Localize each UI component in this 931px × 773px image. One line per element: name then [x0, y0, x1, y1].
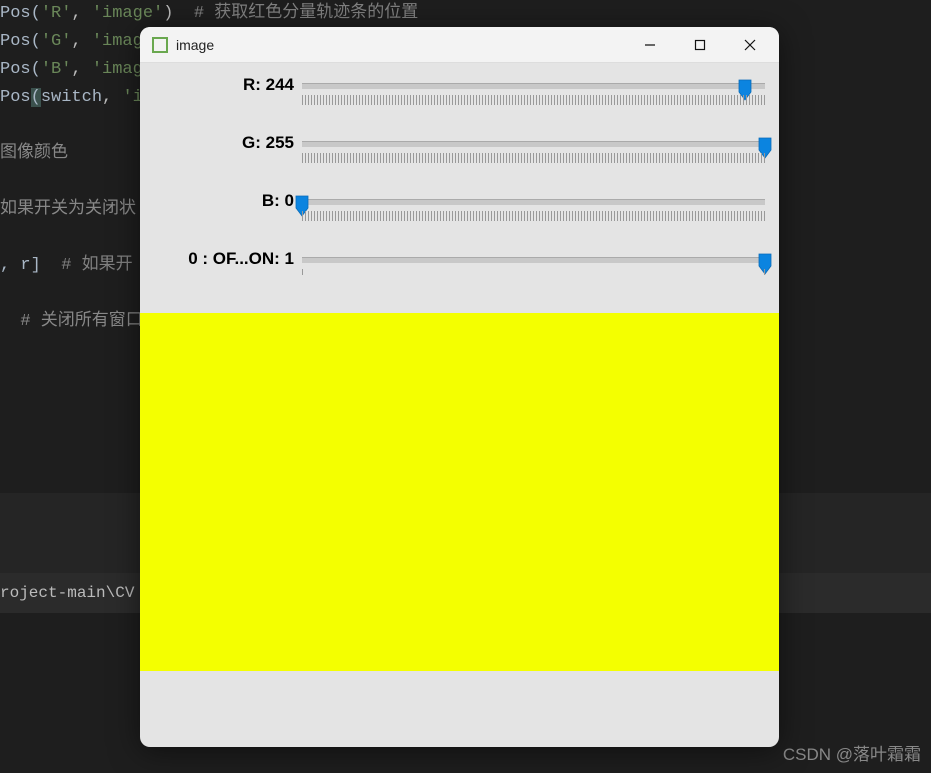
trackbar-r: R: 244	[148, 75, 771, 117]
slider-track	[302, 199, 765, 205]
window-title: image	[176, 37, 625, 53]
window-controls	[625, 27, 775, 63]
minimize-icon	[644, 39, 656, 51]
trackbar-label: G: 255	[148, 133, 302, 153]
trackbar-label: R: 244	[148, 75, 302, 95]
app-icon	[152, 37, 168, 53]
maximize-button[interactable]	[675, 27, 725, 63]
maximize-icon	[694, 39, 706, 51]
trackbar-g: G: 255	[148, 133, 771, 175]
code-line: ​Pos('R', 'image') # 获取红色分量轨迹条的位置	[0, 0, 931, 28]
slider-track	[302, 83, 765, 89]
trackbar-slider-r[interactable]	[302, 75, 771, 105]
trackbar-slider-g[interactable]	[302, 133, 771, 163]
slider-ticks	[302, 95, 765, 105]
close-icon	[744, 39, 756, 51]
watermark-text: CSDN @落叶霜霜	[783, 740, 921, 765]
slider-ticks	[302, 269, 765, 277]
trackbar-switch: 0 : OF...ON: 1	[148, 249, 771, 291]
trackbar-slider-switch[interactable]	[302, 249, 771, 277]
minimize-button[interactable]	[625, 27, 675, 63]
slider-track	[302, 257, 765, 263]
slider-ticks	[302, 153, 765, 163]
trackbar-label: 0 : OF...ON: 1	[148, 249, 302, 269]
trackbar-b: B: 0	[148, 191, 771, 233]
close-button[interactable]	[725, 27, 775, 63]
slider-ticks	[302, 211, 765, 221]
window-titlebar[interactable]: image	[140, 27, 779, 63]
trackbar-label: B: 0	[148, 191, 302, 211]
slider-track	[302, 141, 765, 147]
trackbar-panel: R: 244 G: 255	[140, 63, 779, 313]
trackbar-slider-b[interactable]	[302, 191, 771, 221]
opencv-window: image R: 244	[140, 27, 779, 747]
color-output-image	[140, 313, 779, 671]
terminal-path: roject-main\CV	[0, 584, 134, 602]
